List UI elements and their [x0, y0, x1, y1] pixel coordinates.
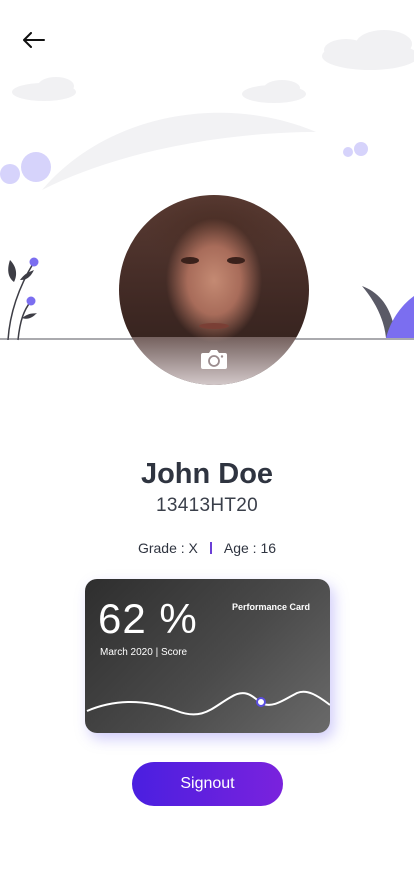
- score-trend-wave: [86, 690, 330, 716]
- back-button[interactable]: [14, 24, 54, 56]
- change-photo-button[interactable]: [199, 347, 229, 371]
- student-meta: Grade : X Age : 16: [0, 540, 414, 556]
- score-period: March 2020 | Score: [100, 647, 188, 658]
- performance-card-title: Performance Card: [231, 602, 310, 612]
- age-label: Age : 16: [223, 540, 277, 556]
- student-id: 13413HT20: [156, 495, 258, 516]
- camera-icon: [201, 350, 227, 369]
- signout-button[interactable]: Signout: [132, 762, 283, 806]
- score-value: 62 %: [98, 595, 198, 642]
- avatar-eye-right: [227, 257, 245, 264]
- avatar-eye-left: [181, 257, 199, 264]
- student-name: John Doe: [140, 458, 274, 490]
- grade-label: Grade : X: [137, 540, 198, 556]
- trend-marker: [256, 697, 266, 707]
- performance-card[interactable]: 62 % March 2020 | Score Performance Card: [85, 579, 330, 733]
- meta-divider: [209, 542, 212, 554]
- back-arrow-icon: [23, 32, 45, 48]
- avatar-mouth: [199, 323, 229, 329]
- profile-avatar: [119, 195, 309, 385]
